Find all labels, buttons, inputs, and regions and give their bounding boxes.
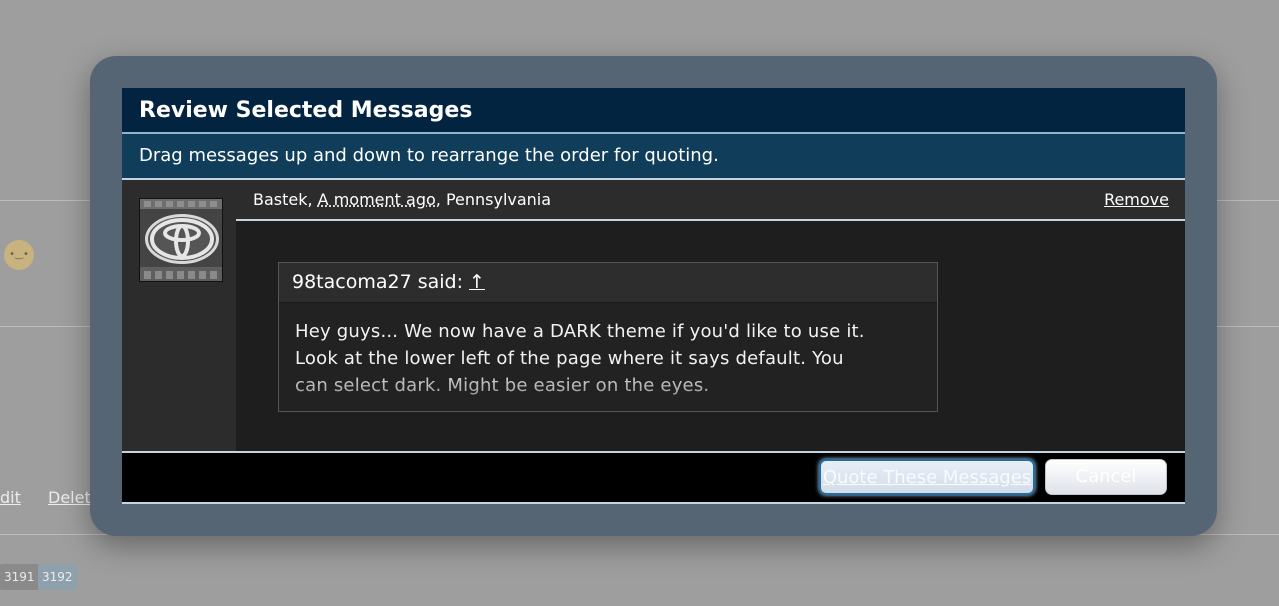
quote-block: 98tacoma27 said: ↑ Hey guys... We now ha… xyxy=(278,262,938,412)
dialog-title: Review Selected Messages xyxy=(122,88,1185,134)
bg-edit-link[interactable]: dit xyxy=(0,488,21,507)
jump-to-quote-arrow-icon[interactable]: ↑ xyxy=(469,271,485,293)
dialog-footer: Quote These Messages Cancel xyxy=(122,451,1185,504)
quote-line: Look at the lower left of the page where… xyxy=(295,348,844,369)
quote-attribution: 98tacoma27 said: ↑ xyxy=(279,263,937,303)
quote-body: Hey guys... We now have a DARK theme if … xyxy=(279,303,937,411)
author-location: Pennsylvania xyxy=(445,190,552,209)
message-header: Bastek, A moment ago, Pennsylvania Remov… xyxy=(236,180,1185,221)
emoji-icon: •‿• xyxy=(4,240,34,270)
message-meta: Bastek, A moment ago, Pennsylvania xyxy=(253,190,552,209)
quote-line: Hey guys... We now have a DARK theme if … xyxy=(295,321,865,342)
avatar[interactable] xyxy=(139,198,223,282)
dialog-instructions: Drag messages up and down to rearrange t… xyxy=(122,134,1185,180)
quote-messages-button[interactable]: Quote These Messages xyxy=(819,459,1035,495)
toyota-logo-icon xyxy=(140,199,222,281)
review-dialog: Review Selected Messages Drag messages u… xyxy=(122,88,1185,504)
remove-link[interactable]: Remove xyxy=(1104,180,1169,220)
avatar-column xyxy=(122,180,236,451)
author-name[interactable]: Bastek xyxy=(253,190,308,209)
page-link-3192[interactable]: 3192 xyxy=(38,564,77,590)
message-date[interactable]: A moment ago xyxy=(318,190,436,209)
page-link-3191[interactable]: 3191 xyxy=(0,564,39,590)
cancel-button[interactable]: Cancel xyxy=(1045,459,1167,495)
selected-message[interactable]: Bastek, A moment ago, Pennsylvania Remov… xyxy=(122,180,1185,451)
quote-author: 98tacoma27 said: xyxy=(292,271,463,293)
quote-line: can select dark. Might be easier on the … xyxy=(295,375,710,396)
